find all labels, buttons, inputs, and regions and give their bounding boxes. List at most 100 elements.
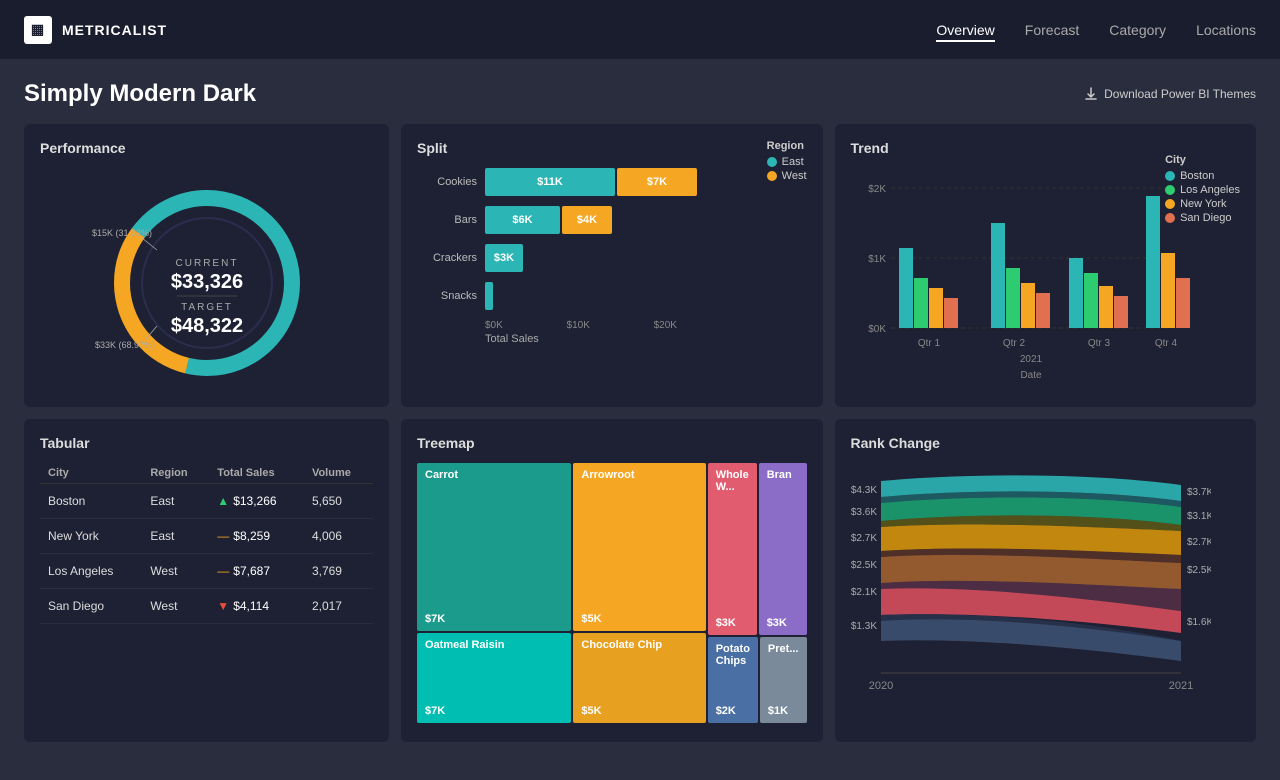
split-legend: Region East West [767, 140, 807, 184]
svg-text:$48,322: $48,322 [170, 315, 242, 337]
svg-text:2020: 2020 [868, 680, 892, 692]
treemap-right-top: Whole W... $3K Bran $3K [708, 463, 807, 635]
performance-card: Performance CURRENT $33,326 TARGET $48,3… [24, 124, 389, 407]
split-bar-cookies-west: $7K [617, 168, 697, 196]
brand-name: METRICALIST [62, 22, 167, 38]
trend-arrow-down: ▼ [217, 599, 229, 613]
split-row-bars: Bars $6K $4K [417, 206, 807, 234]
west-dot [767, 171, 777, 181]
treemap-right: Whole W... $3K Bran $3K Potato Chips $2K [708, 463, 807, 723]
svg-text:Qtr 1: Qtr 1 [917, 338, 940, 349]
svg-text:$2.7K: $2.7K [1187, 537, 1211, 548]
logo-icon: ▦ [31, 21, 45, 38]
page-header: Simply Modern Dark Download Power BI The… [24, 80, 1256, 108]
split-bar-bars-west: $4K [562, 206, 612, 234]
nav-category[interactable]: Category [1109, 18, 1166, 42]
table-row: New York East —$8,259 4,006 [40, 519, 373, 554]
table-row: San Diego West ▼$4,114 2,017 [40, 589, 373, 624]
bottom-cards-row: Tabular City Region Total Sales Volume B… [24, 419, 1256, 742]
split-row-crackers: Crackers $3K [417, 244, 807, 272]
split-row-snacks: Snacks [417, 282, 807, 310]
performance-donut-svg: CURRENT $33,326 TARGET $48,322 $15K (31.… [87, 178, 327, 378]
treemap-left: Carrot $7K Oatmeal Raisin $7K [417, 463, 571, 723]
east-dot [767, 157, 777, 167]
download-icon [1084, 87, 1098, 101]
trend-legend-ny: New York [1165, 198, 1240, 210]
treemap-container: Carrot $7K Oatmeal Raisin $7K Arrowroot … [417, 463, 807, 723]
performance-title: Performance [40, 140, 373, 156]
navbar: ▦ METRICALIST Overview Forecast Category… [0, 0, 1280, 60]
svg-text:TARGET: TARGET [181, 302, 233, 313]
logo-box: ▦ [24, 16, 52, 44]
treemap-card: Treemap Carrot $7K Oatmeal Raisin $7K [401, 419, 823, 742]
rank-change-card: Rank Change [835, 419, 1257, 742]
svg-text:Date: Date [1020, 370, 1042, 381]
split-legend-east: East [767, 156, 807, 168]
svg-text:$0K: $0K [868, 324, 886, 335]
treemap-right-bottom: Potato Chips $2K Pret... $1K [708, 637, 807, 723]
split-legend-west: West [767, 170, 807, 182]
svg-text:$2.5K: $2.5K [1187, 565, 1211, 576]
treemap-pret: Pret... $1K [760, 637, 807, 723]
table-row: Boston East ▲$13,266 5,650 [40, 484, 373, 519]
table-row: Los Angeles West —$7,687 3,769 [40, 554, 373, 589]
treemap-chocchip: Chocolate Chip $5K [573, 633, 705, 723]
trend-arrow-flat: — [217, 529, 229, 543]
svg-text:Qtr 4: Qtr 4 [1154, 338, 1177, 349]
split-chart: Cookies $11K $7K Bars $6K $4K Crac [417, 168, 807, 345]
treemap-arrowroot: Arrowroot $5K [573, 463, 705, 631]
svg-text:Qtr 3: Qtr 3 [1087, 338, 1110, 349]
rank-change-svg: $4.3K $3.6K $2.7K $2.5K $2.1K $1.3K $3.7… [851, 463, 1211, 723]
svg-text:$2.7K: $2.7K [851, 533, 877, 544]
svg-text:$33K (68.97%): $33K (68.97%) [94, 340, 154, 350]
split-bar-crackers-east: $3K [485, 244, 523, 272]
svg-text:2021: 2021 [1168, 680, 1192, 692]
svg-text:CURRENT: CURRENT [175, 258, 238, 269]
svg-text:$4.3K: $4.3K [851, 485, 877, 496]
svg-text:$1.6K: $1.6K [1187, 617, 1211, 628]
svg-text:$33,326: $33,326 [170, 271, 242, 293]
treemap-bran: Bran $3K [759, 463, 807, 635]
col-volume: Volume [304, 463, 373, 484]
split-bar-cookies-east: $11K [485, 168, 615, 196]
top-cards-row: Performance CURRENT $33,326 TARGET $48,3… [24, 124, 1256, 407]
svg-text:2021: 2021 [1019, 354, 1042, 365]
treemap-title: Treemap [417, 435, 807, 451]
rank-change-chart: $4.3K $3.6K $2.7K $2.5K $2.1K $1.3K $3.7… [851, 463, 1241, 726]
treemap-whole: Whole W... $3K [708, 463, 757, 635]
tabular-title: Tabular [40, 435, 373, 451]
split-x-title: Total Sales [417, 333, 807, 345]
svg-text:$3.6K: $3.6K [851, 507, 877, 518]
treemap-middle: Arrowroot $5K Chocolate Chip $5K [573, 463, 705, 723]
svg-text:$2.1K: $2.1K [851, 587, 877, 598]
trend-legend: City Boston Los Angeles New York San Die… [1165, 154, 1240, 226]
treemap-oatmeal: Oatmeal Raisin $7K [417, 633, 571, 723]
tabular-card: Tabular City Region Total Sales Volume B… [24, 419, 389, 742]
nav-forecast[interactable]: Forecast [1025, 18, 1079, 42]
nav-locations[interactable]: Locations [1196, 18, 1256, 42]
split-bar-snacks-east [485, 282, 493, 310]
nav-links: Overview Forecast Category Locations [936, 18, 1256, 42]
download-label: Download Power BI Themes [1104, 87, 1256, 101]
trend-card: Trend City Boston Los Angeles New York [835, 124, 1257, 407]
split-bar-bars-east: $6K [485, 206, 560, 234]
svg-text:$2K: $2K [868, 184, 886, 195]
svg-text:$3.7K: $3.7K [1187, 487, 1211, 498]
download-button[interactable]: Download Power BI Themes [1084, 87, 1256, 101]
treemap-carrot: Carrot $7K [417, 463, 571, 631]
trend-legend-la: Los Angeles [1165, 184, 1240, 196]
svg-text:$1K: $1K [868, 254, 886, 265]
svg-text:$1.3K: $1.3K [851, 621, 877, 632]
svg-text:$15K (31.03%): $15K (31.03%) [91, 228, 151, 238]
svg-text:$3.1K: $3.1K [1187, 511, 1211, 522]
svg-text:Qtr 2: Qtr 2 [1002, 338, 1025, 349]
tabular-table: City Region Total Sales Volume Boston Ea… [40, 463, 373, 624]
split-row-cookies: Cookies $11K $7K [417, 168, 807, 196]
page-title: Simply Modern Dark [24, 80, 256, 108]
split-card: Split Region East West Cookies $11K [401, 124, 823, 407]
table-header-row: City Region Total Sales Volume [40, 463, 373, 484]
nav-overview[interactable]: Overview [936, 18, 994, 42]
trend-legend-sd: San Diego [1165, 212, 1240, 224]
treemap-potato: Potato Chips $2K [708, 637, 758, 723]
main-content: Simply Modern Dark Download Power BI The… [0, 60, 1280, 762]
